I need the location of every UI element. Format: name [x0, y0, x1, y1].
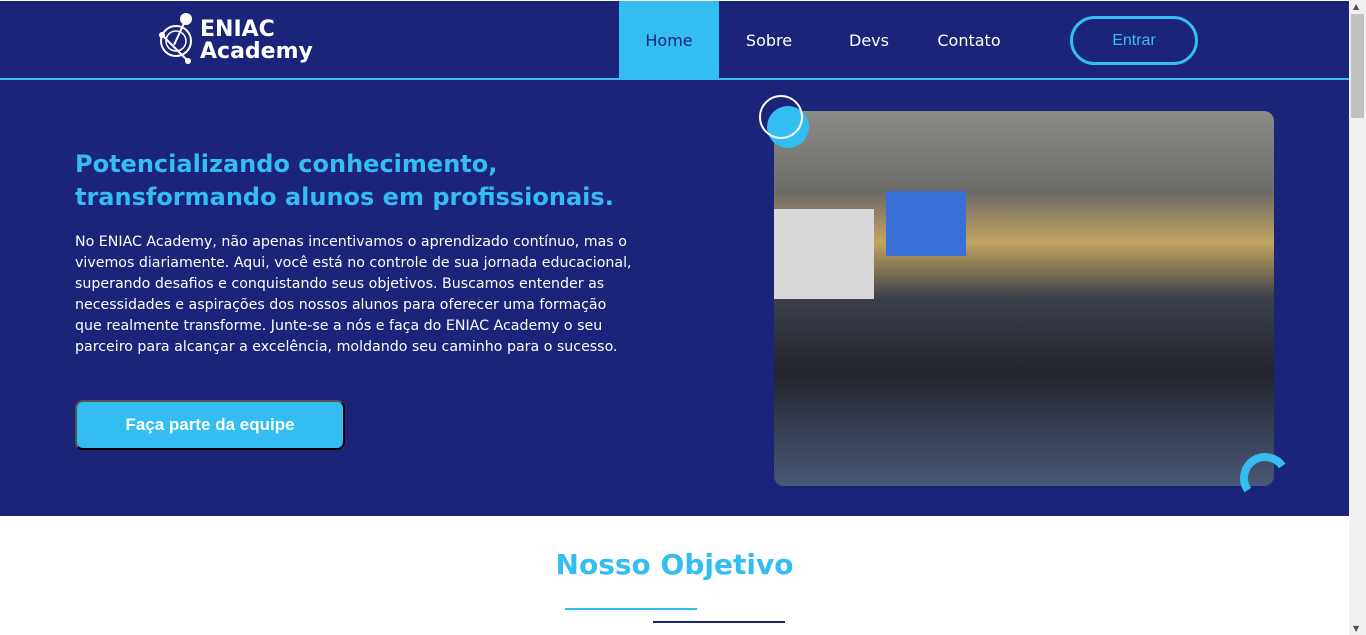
- nav-devs[interactable]: Devs: [819, 1, 919, 79]
- divider-accent: [565, 608, 697, 610]
- logo-text-eniac: ENIAC: [200, 17, 275, 42]
- eniac-academy-logo[interactable]: ENIAC Academy: [156, 9, 316, 71]
- projector-screen: [886, 191, 966, 256]
- objective-title: Nosso Objetivo: [555, 548, 794, 581]
- nav-sobre[interactable]: Sobre: [719, 1, 819, 79]
- scroll-down-icon[interactable]: ▼: [1353, 624, 1359, 633]
- nav-home[interactable]: Home: [619, 1, 719, 79]
- classroom-photo: [774, 111, 1274, 486]
- login-button[interactable]: Entrar: [1070, 16, 1198, 65]
- scroll-up-icon[interactable]: ▲: [1353, 2, 1359, 11]
- hero-section: Potencializando conhecimento, transforma…: [0, 80, 1349, 516]
- decorative-ring: [759, 95, 803, 139]
- logo-text-academy: Academy: [200, 39, 313, 64]
- join-team-button[interactable]: Faça parte da equipe: [75, 400, 345, 450]
- atom-logo-icon: [159, 13, 192, 64]
- hero-title: Potencializando conhecimento, transforma…: [75, 150, 614, 211]
- hero-text: No ENIAC Academy, não apenas incentivamo…: [75, 234, 632, 355]
- divider-primary: [653, 621, 785, 623]
- whiteboard: [774, 209, 874, 299]
- scrollbar-thumb[interactable]: [1351, 14, 1364, 118]
- site-header: ENIAC Academy Home Sobre Devs Contato En…: [0, 0, 1349, 80]
- nav-contato[interactable]: Contato: [919, 1, 1019, 79]
